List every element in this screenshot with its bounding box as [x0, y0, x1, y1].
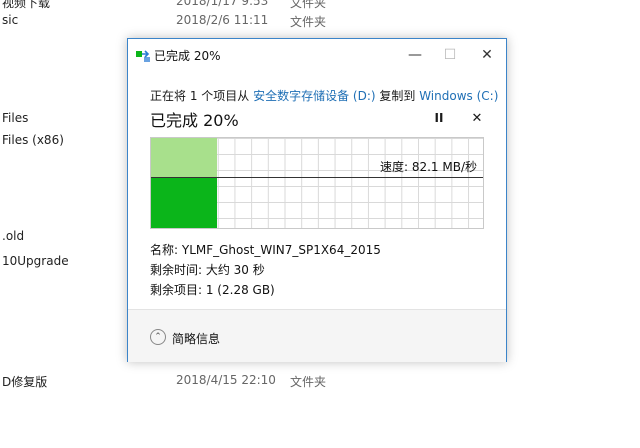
progress-fill-upper — [151, 138, 217, 178]
source-link[interactable]: 安全数字存储设备 (D:) — [253, 89, 375, 103]
progress-title: 已完成 20% — [150, 111, 239, 130]
speed-label: 速度: 82.1 MB/秒 — [379, 160, 477, 174]
explorer-row-name: .old — [2, 229, 25, 243]
explorer-row[interactable]: sic 2018/2/6 11:11 文件夹 — [0, 10, 640, 32]
minimize-button[interactable]: — — [400, 43, 430, 67]
explorer-row-name: Files (x86) — [2, 133, 64, 147]
explorer-row-name: D修复版 — [2, 375, 48, 389]
explorer-row[interactable]: D修复版 2018/4/15 22:10 文件夹 — [0, 370, 640, 392]
copy-description: 正在将 1 个项目从 安全数字存储设备 (D:) 复制到 Windows (C:… — [150, 87, 498, 104]
file-name-line: 名称: YLMF_Ghost_WIN7_SP1X64_2015 — [150, 243, 381, 257]
explorer-row-name: 10Upgrade — [2, 254, 69, 268]
copy-progress-dialog: 已完成 20% — ☐ ✕ 正在将 1 个项目从 安全数字存储设备 (D:) 复… — [127, 38, 507, 362]
speed-line — [151, 177, 483, 178]
items-left-line: 剩余项目: 1 (2.28 GB) — [150, 283, 275, 297]
less-details-button[interactable]: 简略信息 — [172, 330, 220, 347]
chevron-up-icon[interactable]: ⌃ — [150, 329, 166, 345]
explorer-row-date: 2018/4/15 22:10 — [176, 373, 276, 387]
progress-fill-lower — [151, 178, 217, 228]
explorer-row-type: 文件夹 — [290, 15, 327, 29]
explorer-row-date: 2018/1/17 9:53 — [176, 0, 269, 8]
pause-button[interactable]: II — [430, 109, 448, 127]
dialog-titlebar[interactable]: 已完成 20% — ☐ ✕ — [128, 39, 506, 71]
cancel-button[interactable]: ✕ — [468, 109, 486, 127]
window-title: 已完成 20% — [154, 49, 221, 63]
maximize-button[interactable]: ☐ — [435, 43, 465, 67]
copy-transfer-icon — [136, 50, 150, 62]
explorer-row-type: 文件夹 — [290, 375, 327, 389]
description-prefix: 正在将 1 个项目从 — [150, 89, 254, 103]
explorer-row-name: Files — [2, 111, 29, 125]
transfer-speed-graph: 速度: 82.1 MB/秒 — [150, 137, 484, 229]
time-left-line: 剩余时间: 大约 30 秒 — [150, 263, 265, 277]
destination-link[interactable]: Windows (C:) — [419, 89, 498, 103]
explorer-row-name: sic — [2, 13, 19, 27]
explorer-row-date: 2018/2/6 11:11 — [176, 13, 269, 27]
close-button[interactable]: ✕ — [472, 43, 502, 67]
description-middle: 复制到 — [375, 89, 420, 103]
dialog-footer: ⌃ 简略信息 — [128, 310, 506, 362]
